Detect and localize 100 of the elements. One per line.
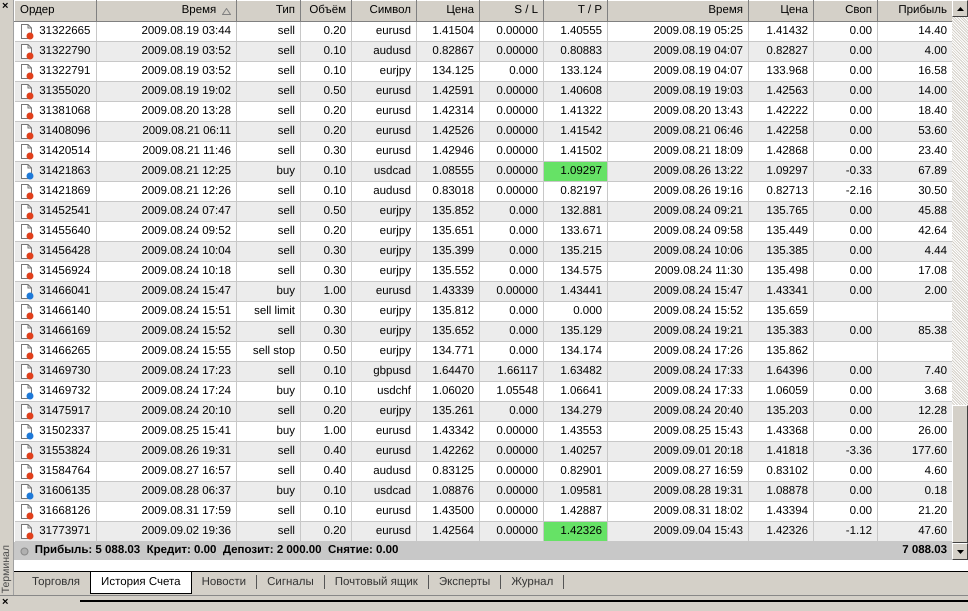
table-cell: eurusd bbox=[352, 82, 416, 102]
table-cell: sell bbox=[236, 322, 300, 342]
table-cell: 1.42591 bbox=[416, 82, 480, 102]
table-cell-text: 31456428 bbox=[39, 244, 90, 259]
column-header[interactable]: Время bbox=[96, 0, 236, 22]
table-cell-text: 31466265 bbox=[39, 344, 90, 359]
total-profit: 7 088.03 bbox=[902, 543, 947, 558]
tab[interactable]: История Счета bbox=[90, 572, 192, 594]
column-header[interactable]: Ордер bbox=[14, 0, 96, 22]
table-cell: 0.00 bbox=[814, 482, 878, 502]
tab[interactable]: Эксперты bbox=[428, 572, 500, 592]
column-header[interactable]: Прибыль bbox=[878, 0, 952, 22]
order-icon bbox=[20, 364, 34, 380]
close-button[interactable]: × bbox=[0, 596, 8, 611]
close-button[interactable]: × bbox=[0, 0, 13, 12]
order-icon bbox=[20, 444, 34, 460]
table-cell: gbpusd bbox=[352, 362, 416, 382]
table-cell: 0.30 bbox=[300, 242, 352, 262]
table-cell: buy bbox=[236, 162, 300, 182]
table-cell: 1.08876 bbox=[416, 482, 480, 502]
table-cell-text: 31466140 bbox=[39, 304, 90, 319]
table-cell: 0.50 bbox=[300, 202, 352, 222]
table-cell: 7.40 bbox=[878, 362, 952, 382]
table-cell: 135.385 bbox=[748, 242, 814, 262]
table-cell: sell bbox=[236, 362, 300, 382]
arrow-up-icon bbox=[956, 6, 964, 10]
table-cell: 67.89 bbox=[878, 162, 952, 182]
table-cell: 0.00 bbox=[814, 122, 878, 142]
column-header[interactable]: Символ bbox=[352, 0, 416, 22]
scroll-up-button[interactable] bbox=[952, 0, 968, 17]
table-cell-text: 31773971 bbox=[39, 524, 90, 539]
tab[interactable]: Сигналы bbox=[257, 572, 324, 592]
column-header[interactable]: Цена bbox=[748, 0, 814, 22]
table-cell: 1.09297 bbox=[748, 162, 814, 182]
scrollbar[interactable] bbox=[952, 0, 968, 560]
table-cell: 45.88 bbox=[878, 202, 952, 222]
order-icon bbox=[20, 124, 34, 140]
order-icon bbox=[20, 84, 34, 100]
table-cell: 1.40608 bbox=[544, 82, 608, 102]
column-header[interactable]: Своп bbox=[814, 0, 878, 22]
table-cell: 1.64396 bbox=[748, 362, 814, 382]
column-header[interactable]: S / L bbox=[480, 0, 544, 22]
table-cell-text: 31584764 bbox=[39, 464, 90, 479]
table-cell: 0.00000 bbox=[480, 522, 544, 542]
column-header[interactable]: Цена bbox=[416, 0, 480, 22]
table-cell: 0.00000 bbox=[480, 482, 544, 502]
table-cell: sell bbox=[236, 202, 300, 222]
table-cell: 0.30 bbox=[300, 322, 352, 342]
table-cell: 0.00 bbox=[814, 82, 878, 102]
column-header[interactable]: Объём bbox=[300, 0, 352, 22]
table-cell: 2009.08.24 20:10 bbox=[96, 402, 236, 422]
table-cell: 1.43339 bbox=[416, 282, 480, 302]
table-cell: 134.279 bbox=[544, 402, 608, 422]
table-cell: 1.42564 bbox=[416, 522, 480, 542]
column-header[interactable]: Время bbox=[608, 0, 748, 22]
table-cell: 177.60 bbox=[878, 442, 952, 462]
table-cell: 0.00 bbox=[814, 242, 878, 262]
table-cell: sell bbox=[236, 522, 300, 542]
column-header[interactable]: Тип bbox=[236, 0, 300, 22]
table-cell: 0.00 bbox=[814, 202, 878, 222]
order-icon bbox=[20, 64, 34, 80]
sort-arrow-icon bbox=[222, 8, 231, 14]
column-header[interactable]: T / P bbox=[544, 0, 608, 22]
table-cell: 2009.08.24 20:40 bbox=[608, 402, 748, 422]
tab[interactable]: Почтовый ящик bbox=[324, 572, 428, 592]
table-cell: 0.00000 bbox=[480, 162, 544, 182]
table-cell-text: 31466169 bbox=[39, 324, 90, 339]
table-cell-text: 31475917 bbox=[39, 404, 90, 419]
table-cell: 0.18 bbox=[878, 482, 952, 502]
tab[interactable]: Новости bbox=[192, 572, 256, 592]
tab[interactable]: Журнал bbox=[501, 572, 564, 592]
table-cell-text: 31455640 bbox=[39, 224, 90, 239]
order-icon bbox=[20, 384, 34, 400]
table-cell-text: 31469730 bbox=[39, 364, 90, 379]
table-cell: 0.80883 bbox=[544, 42, 608, 62]
table-cell: 135.652 bbox=[416, 322, 480, 342]
table-cell: 0.20 bbox=[300, 122, 352, 142]
table-cell: eurusd bbox=[352, 522, 416, 542]
scroll-thumb[interactable] bbox=[952, 405, 968, 543]
table-cell: 0.82827 bbox=[748, 42, 814, 62]
tab[interactable]: Торговля bbox=[22, 572, 90, 592]
scroll-down-button[interactable] bbox=[952, 543, 968, 560]
table-cell: -0.33 bbox=[814, 162, 878, 182]
table-cell: 1.43441 bbox=[544, 282, 608, 302]
table-cell: 0.000 bbox=[480, 242, 544, 262]
table-cell: 0.50 bbox=[300, 82, 352, 102]
table-cell: 0.82867 bbox=[416, 42, 480, 62]
summary-text: Прибыль: 5 088.03 Кредит: 0.00 Депозит: 2 000.00 Снятие: 0.00 bbox=[34, 543, 398, 558]
table-cell: 2009.08.26 19:31 bbox=[96, 442, 236, 462]
table-cell: 0.10 bbox=[300, 362, 352, 382]
table-cell: audusd bbox=[352, 42, 416, 62]
table-cell: 2009.08.26 13:22 bbox=[608, 162, 748, 182]
table-cell: sell bbox=[236, 402, 300, 422]
table-cell: buy bbox=[236, 482, 300, 502]
panel-title: Терминал bbox=[0, 544, 13, 593]
order-icon bbox=[20, 264, 34, 280]
table-cell-text: 31606135 bbox=[39, 484, 90, 499]
order-icon bbox=[20, 464, 34, 480]
order-icon bbox=[20, 104, 34, 120]
order-icon bbox=[20, 484, 34, 500]
